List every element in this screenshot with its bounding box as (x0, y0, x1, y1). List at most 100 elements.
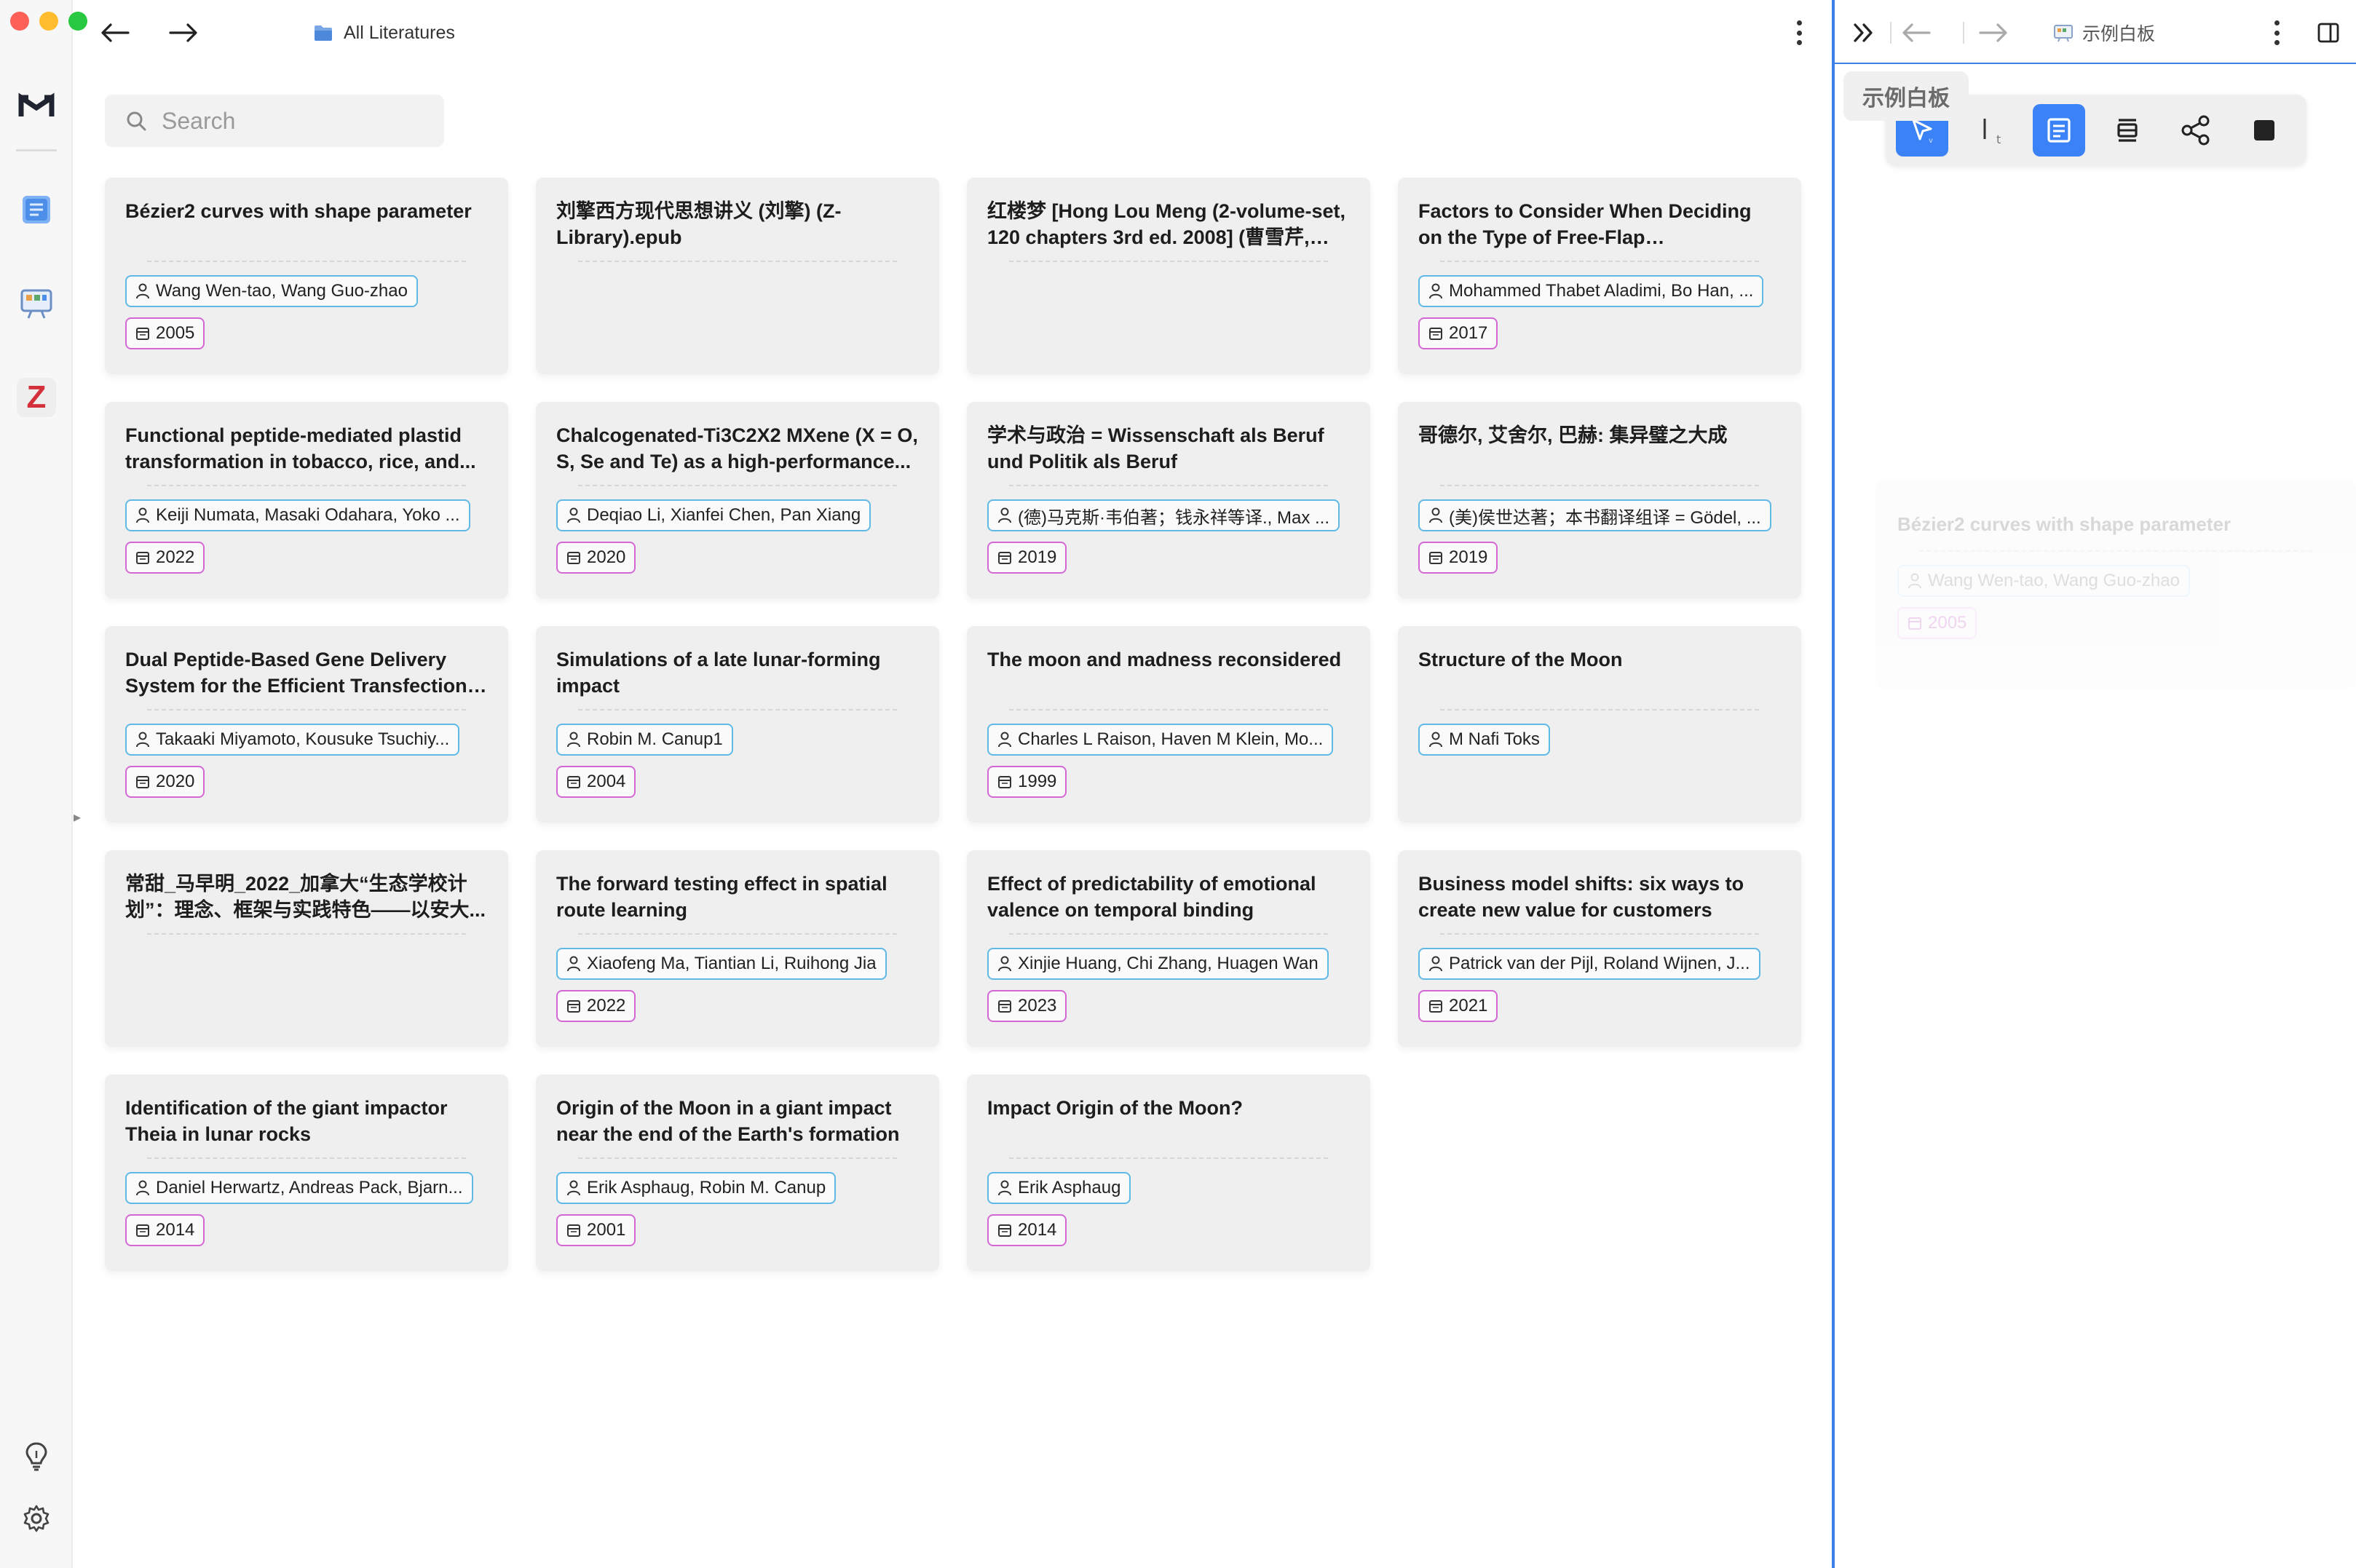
literature-card[interactable]: Origin of the Moon in a giant impact nea… (536, 1074, 939, 1271)
literature-card[interactable]: 刘擎西方现代思想讲义 (刘擎) (Z-Library).epub (536, 178, 939, 374)
rail-expand-handle[interactable]: ▸ (71, 805, 83, 828)
authors-tag[interactable]: M Nafi Toks (1418, 724, 1550, 756)
year-tag[interactable]: 2004 (556, 766, 636, 798)
toggle-sidebar-button[interactable] (2312, 15, 2344, 51)
year-tag[interactable]: 2005 (125, 317, 205, 349)
panel-breadcrumb[interactable]: 示例白板 (2053, 17, 2155, 48)
lightbulb-icon[interactable] (15, 1434, 58, 1478)
panel-back-button[interactable] (1896, 15, 1937, 51)
authors-tag[interactable]: Erik Asphaug, Robin M. Canup (556, 1172, 837, 1204)
authors-tag[interactable]: (美)侯世达著；本书翻译组译 = Gödel, ... (1418, 499, 1771, 531)
card-title: 哥德尔, 艾舍尔, 巴赫: 集异璧之大成 (1418, 424, 1728, 446)
authors-tag[interactable]: Mohammed Thabet Aladimi, Bo Han, ... (1418, 275, 1764, 307)
arrow-left-icon (101, 23, 130, 42)
year-tag[interactable]: 2020 (125, 766, 205, 798)
back-button[interactable] (95, 15, 135, 51)
year-tag[interactable]: 2014 (125, 1214, 205, 1246)
literature-card[interactable]: Dual Peptide-Based Gene Delivery System … (105, 626, 508, 823)
breadcrumb[interactable]: All Literatures (313, 17, 455, 48)
calendar-icon (136, 776, 149, 788)
authors-tag[interactable]: Erik Asphaug (987, 1172, 1131, 1204)
year-tag[interactable]: 2001 (556, 1214, 636, 1246)
year-tag[interactable]: 2014 (987, 1214, 1067, 1246)
person-icon (136, 507, 149, 523)
literature-card[interactable]: Bézier2 curves with shape parameter Wang … (105, 178, 508, 374)
card-title: Bézier2 curves with shape parameter (125, 200, 472, 222)
authors-tag[interactable]: Xinjie Huang, Chi Zhang, Huagen Wan (987, 948, 1329, 980)
year-tag[interactable]: 2022 (556, 990, 636, 1022)
year-tag[interactable]: 2019 (987, 542, 1067, 574)
calendar-icon (567, 1000, 580, 1013)
literature-card[interactable]: 哥德尔, 艾舍尔, 巴赫: 集异璧之大成 (美)侯世达著；本书翻译组译 = Göd… (1398, 402, 1801, 598)
year-tag[interactable]: 2021 (1418, 990, 1498, 1022)
main-topbar: All Literatures (73, 0, 1832, 66)
card-title: Origin of the Moon in a giant impact nea… (556, 1097, 900, 1145)
authors-tag[interactable]: Patrick van der Pijl, Roland Wijnen, J..… (1418, 948, 1760, 980)
card-title: 红楼梦 [Hong Lou Meng (2-volume-set, 120 ch… (987, 200, 1345, 248)
panel-breadcrumb-label: 示例白板 (2082, 24, 2156, 44)
person-icon (1429, 956, 1442, 972)
text-tool-button[interactable]: t (1964, 104, 2017, 157)
literature-card[interactable]: Chalcogenated-Ti3C2X2 MXene (X = O, S, S… (536, 402, 939, 598)
panel-forward-button[interactable] (1973, 15, 2014, 51)
literature-card[interactable]: Structure of the Moon M Nafi Toks (1398, 626, 1801, 823)
whiteboard-card[interactable]: Bézier2 curves with shape parameter Wang… (1875, 480, 2356, 689)
year-tag[interactable]: 2019 (1418, 542, 1498, 574)
forward-button[interactable] (163, 15, 204, 51)
stack-tool-button[interactable] (2101, 104, 2154, 157)
literature-card[interactable]: 常甜_马早明_2022_加拿大“生态学校计划”：理念、框架与实践特色——以安大.… (105, 850, 508, 1047)
literature-card[interactable]: Effect of predictability of emotional va… (967, 850, 1370, 1047)
year-tag[interactable]: 2017 (1418, 317, 1498, 349)
svg-text:t: t (1996, 132, 2001, 146)
literature-card[interactable]: The moon and madness reconsidered Charles… (967, 626, 1370, 823)
authors-tag[interactable]: Takaaki Miyamoto, Kousuke Tsuchiy... (125, 724, 460, 756)
literature-card[interactable]: Functional peptide-mediated plastid tran… (105, 402, 508, 598)
authors-tag[interactable]: Keiji Numata, Masaki Odahara, Yoko ... (125, 499, 470, 531)
zotero-icon[interactable]: Z (15, 376, 58, 419)
authors-tag[interactable]: Daniel Herwartz, Andreas Pack, Bjarn... (125, 1172, 473, 1204)
app-logo-icon[interactable] (15, 84, 58, 128)
authors-tag[interactable]: Deqiao Li, Xianfei Chen, Pan Xiang (556, 499, 871, 531)
year-text: 2021 (1449, 996, 1488, 1015)
left-rail: Z ▸ (0, 0, 81, 1568)
authors-tag[interactable]: (德)马克斯·韦伯著；钱永祥等译., Max ... (987, 499, 1340, 531)
calendar-icon (567, 552, 580, 564)
search-input[interactable] (162, 107, 424, 135)
literature-card[interactable]: 红楼梦 [Hong Lou Meng (2-volume-set, 120 ch… (967, 178, 1370, 374)
card-tool-button[interactable] (2033, 104, 2085, 157)
authors-tag[interactable]: Robin M. Canup1 (556, 724, 733, 756)
year-text: 2020 (156, 772, 195, 791)
person-icon (1908, 573, 1921, 589)
minimize-window-button[interactable] (39, 12, 58, 31)
share-tool-button[interactable] (2170, 104, 2222, 157)
literature-card[interactable]: Impact Origin of the Moon? Erik Asphaug 20… (967, 1074, 1370, 1271)
year-tag[interactable]: 2023 (987, 990, 1067, 1022)
literature-card[interactable]: 学术与政治 = Wissenschaft als Beruf und Polit… (967, 402, 1370, 598)
literature-card[interactable]: Identification of the giant impactor The… (105, 1074, 508, 1271)
literature-icon[interactable] (15, 188, 58, 231)
authors-tag[interactable]: Wang Wen-tao, Wang Guo-zhao (125, 275, 418, 307)
gear-icon[interactable] (15, 1497, 58, 1540)
authors-text: Erik Asphaug (1018, 1178, 1121, 1197)
literature-card[interactable]: Business model shifts: six ways to creat… (1398, 850, 1801, 1047)
folder-icon (315, 25, 332, 41)
zoom-window-button[interactable] (68, 12, 87, 31)
search-box[interactable] (105, 95, 444, 147)
more-options-button[interactable] (1788, 16, 1810, 50)
literature-card[interactable]: Simulations of a late lunar-forming impa… (536, 626, 939, 823)
whiteboard-icon[interactable] (15, 281, 58, 325)
year-tag[interactable]: 1999 (987, 766, 1067, 798)
year-tag[interactable]: 2020 (556, 542, 636, 574)
year-tag[interactable]: 2022 (125, 542, 205, 574)
authors-tag[interactable]: Charles L Raison, Haven M Klein, Mo... (987, 724, 1334, 756)
card-separator (578, 261, 897, 262)
collapse-panel-button[interactable] (1843, 15, 1884, 51)
whiteboard-tab[interactable]: 示例白板 (1843, 71, 1969, 121)
card-title: Structure of the Moon (1418, 649, 1623, 670)
literature-card[interactable]: The forward testing effect in spatial ro… (536, 850, 939, 1047)
shape-tool-button[interactable] (2238, 104, 2290, 157)
panel-more-button[interactable] (2266, 16, 2288, 50)
close-window-button[interactable] (10, 12, 29, 31)
authors-tag[interactable]: Xiaofeng Ma, Tiantian Li, Ruihong Jia (556, 948, 887, 980)
literature-card[interactable]: Factors to Consider When Deciding on the… (1398, 178, 1801, 374)
